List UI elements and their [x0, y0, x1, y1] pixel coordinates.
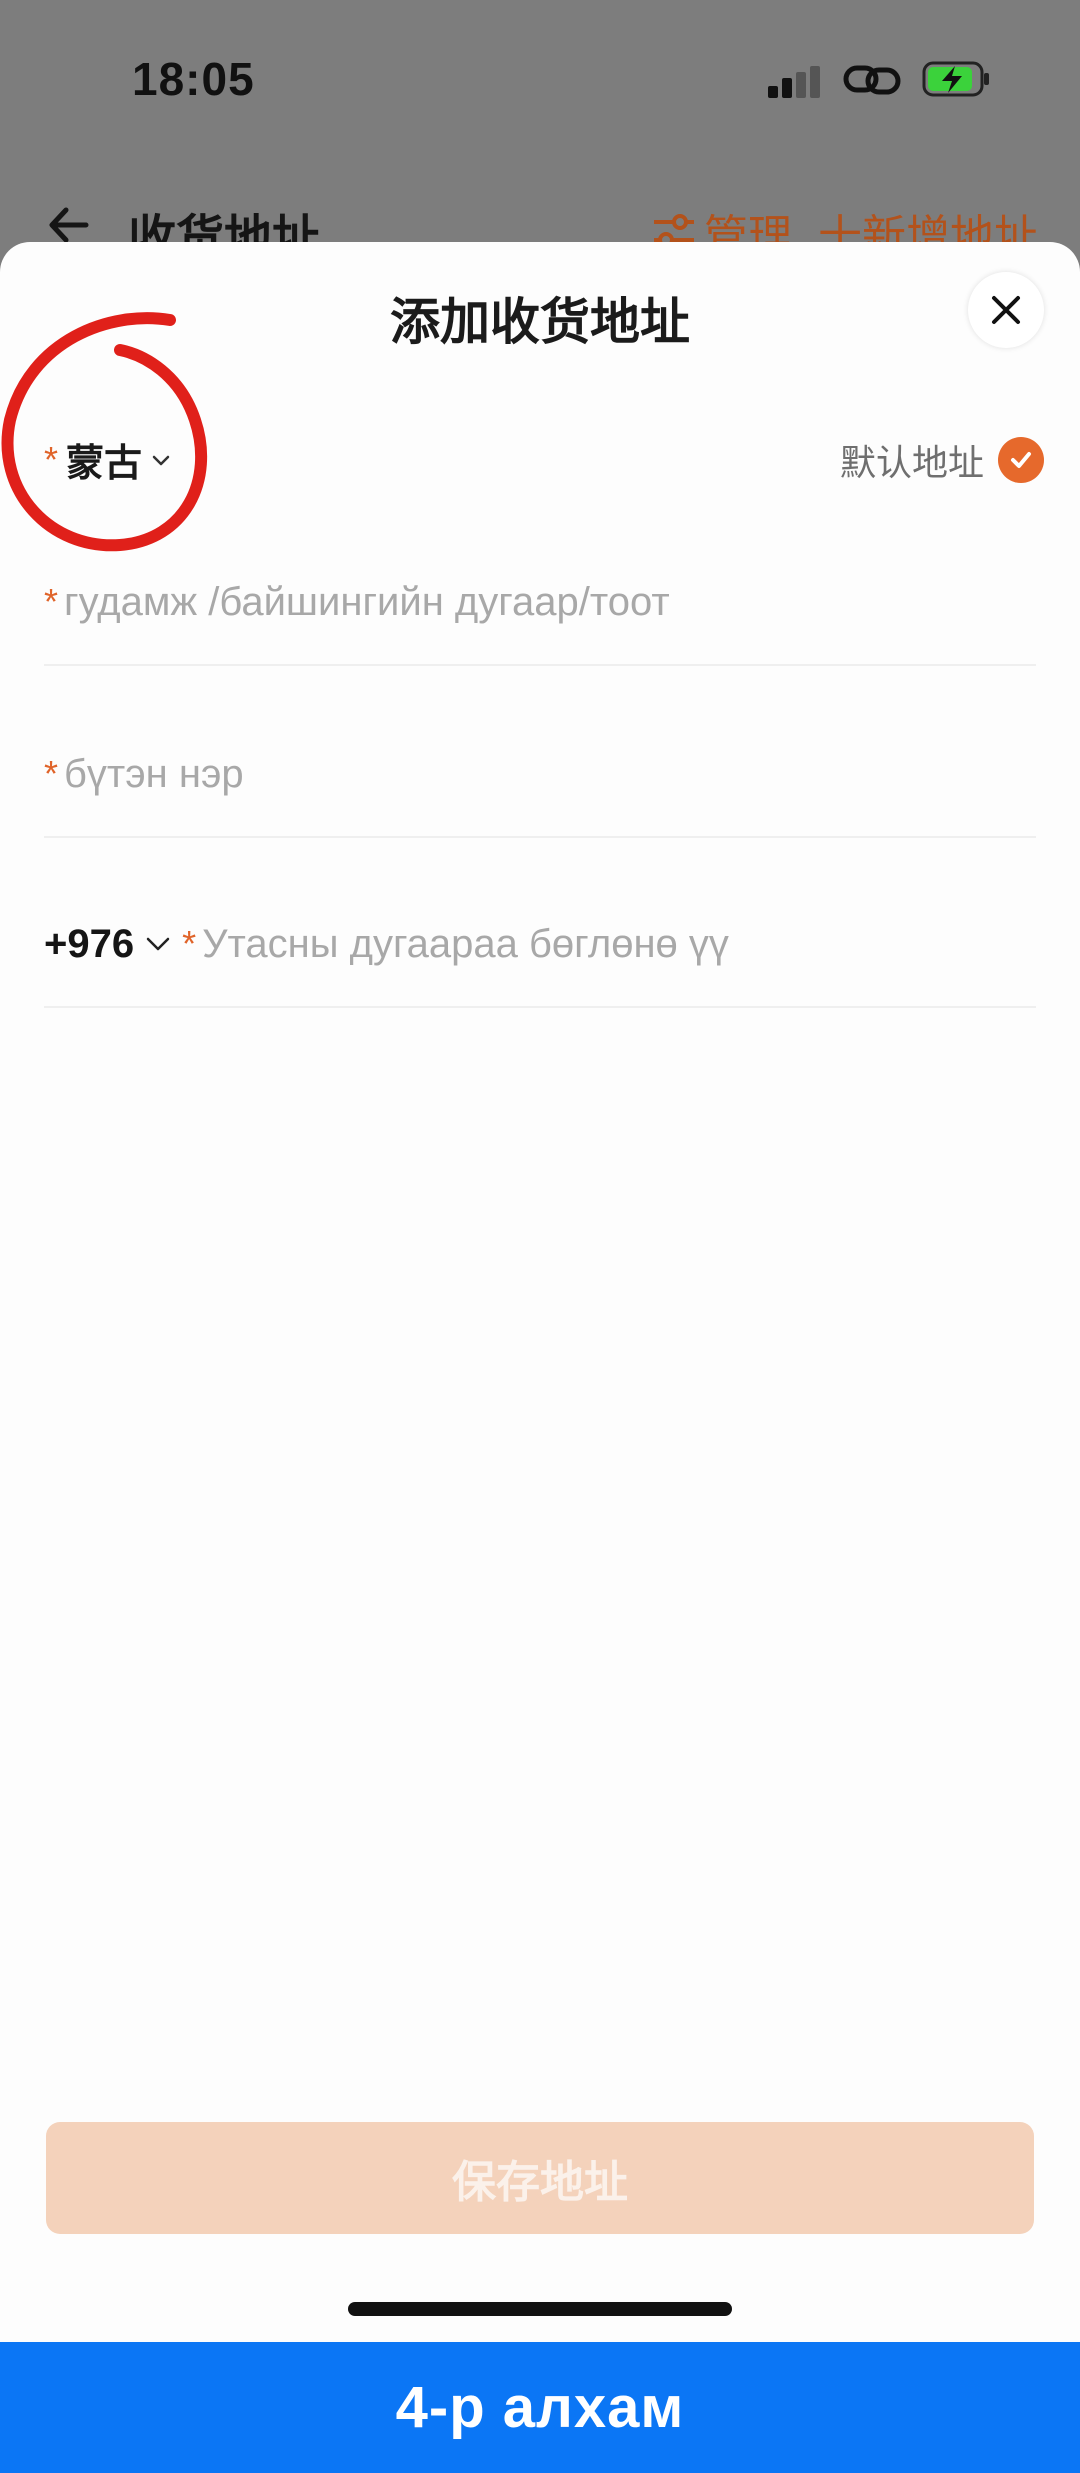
checkmark-icon [998, 437, 1044, 483]
save-address-label: 保存地址 [452, 2158, 628, 2207]
save-address-button[interactable]: 保存地址 [46, 2122, 1034, 2234]
status-bar: 18:05 [0, 0, 1080, 160]
required-mark: * [44, 753, 59, 794]
close-button[interactable] [968, 272, 1044, 348]
full-name-placeholder: бүтэн нэр [64, 751, 244, 796]
step-label: 4-р алхам [395, 2375, 685, 2440]
street-address-field[interactable]: * гудамж /байшингийн дугаар/тоот [44, 540, 1036, 666]
country-code-selector[interactable]: +976 [44, 922, 134, 967]
close-icon [992, 296, 1020, 324]
required-mark: * [44, 581, 59, 622]
annotation-circle [1, 312, 208, 552]
default-address-toggle[interactable]: 默认地址 [840, 434, 1044, 486]
signal-icon [768, 66, 820, 98]
street-address-placeholder: гудамж /байшингийн дугаар/тоот [64, 579, 670, 624]
full-name-field[interactable]: * бүтэн нэр [44, 712, 1036, 838]
chevron-down-icon[interactable] [144, 930, 172, 958]
required-mark: * [182, 923, 197, 964]
home-indicator [348, 2302, 732, 2316]
phone-field[interactable]: +976 * Утасны дугаараа бөглөнө үү [44, 882, 1036, 1008]
default-address-label: 默认地址 [839, 442, 984, 483]
status-time: 18:05 [132, 53, 255, 105]
phone-placeholder: Утасны дугаараа бөглөнө үү [202, 921, 729, 966]
battery-charging-icon [922, 61, 989, 97]
link-icon [843, 65, 901, 95]
step-banner: 4-р алхам [0, 2342, 1080, 2473]
